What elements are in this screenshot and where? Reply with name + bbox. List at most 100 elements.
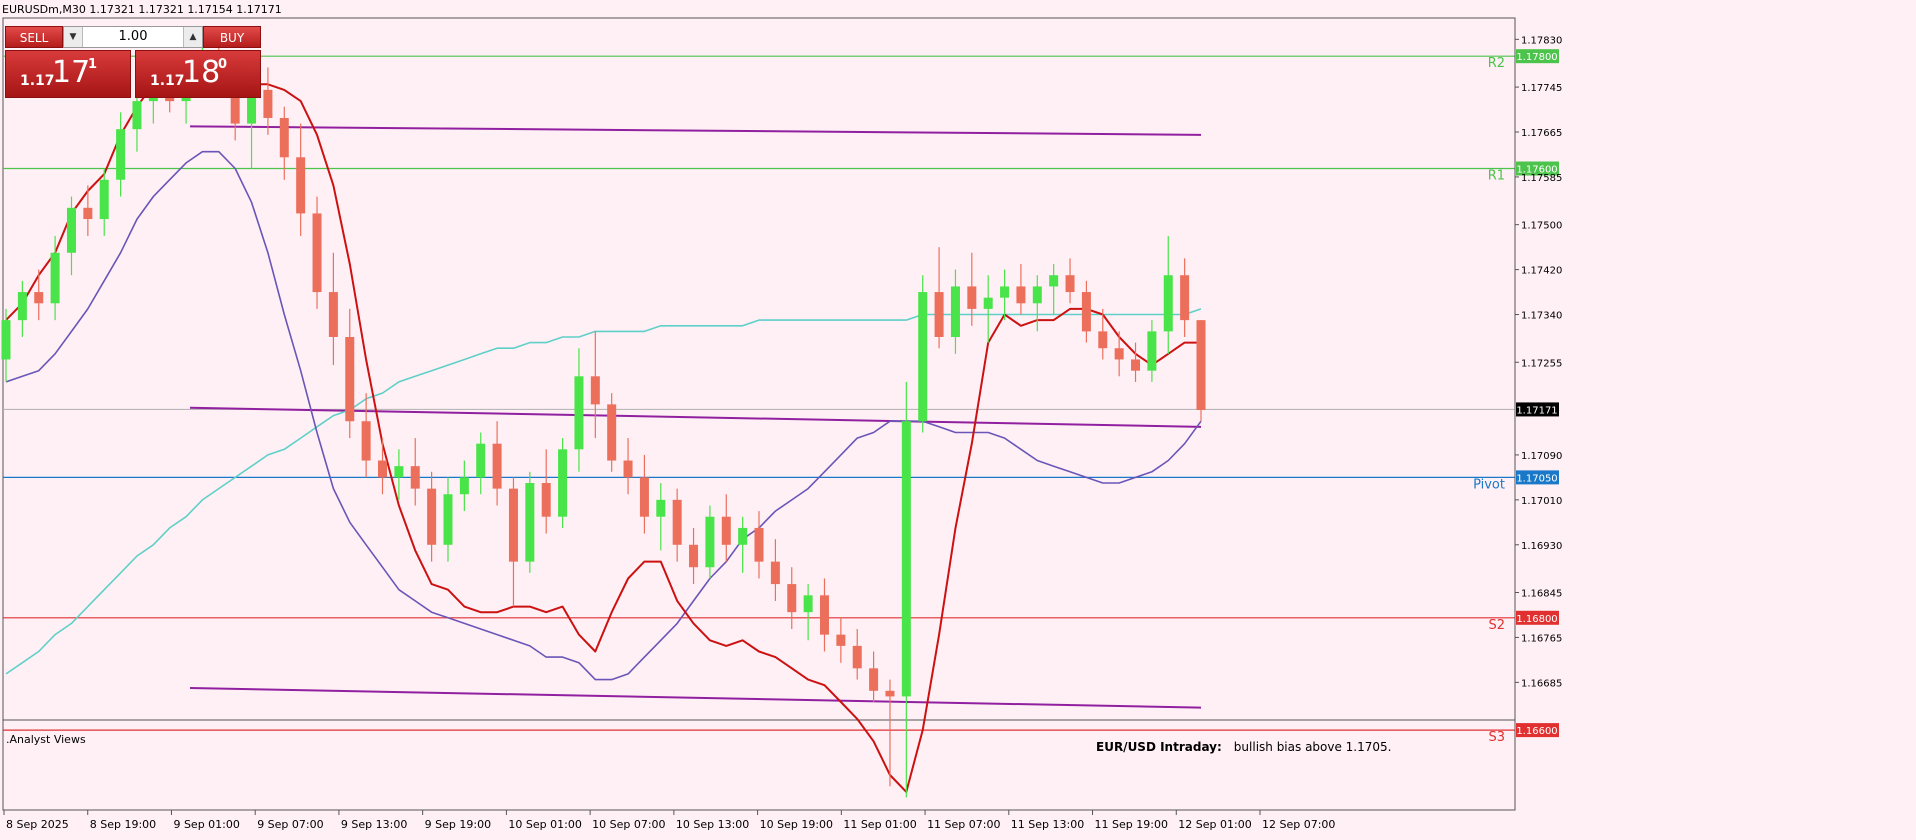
candle-body [1016,286,1026,304]
candle-body [639,477,649,517]
lot-decrease-icon[interactable]: ▼ [64,27,83,47]
candle-body [1163,275,1173,332]
analyst-panel [2,719,1516,811]
level-price-s3: 1.16600 [1516,726,1557,737]
one-click-trading-panel: SELL ▼ 1.00 ▲ BUY 1.17 17 1 1.17 18 0 [5,26,261,98]
candle-body [263,89,273,118]
candle-body [66,207,76,253]
level-price-s2: 1.16800 [1516,614,1557,625]
candle-body [672,499,682,545]
level-price-pivot: 1.17050 [1516,473,1557,484]
candle-body [312,213,322,293]
candle-body [852,645,862,669]
y-tick-label: 1.17665 [1521,128,1562,139]
candle-body [50,252,60,304]
lot-value[interactable]: 1.00 [84,27,182,47]
candle-body [1131,359,1141,371]
x-tick-label: 10 Sep 07:00 [592,818,665,831]
candle-body [116,129,126,180]
candle-body [541,483,551,517]
buy-price-pips: 18 [182,55,221,90]
candle-body [934,292,944,337]
candle-body [558,449,568,517]
candle-body [705,516,715,568]
analyst-views-label: .Analyst Views [6,733,86,746]
candle-body [525,483,535,562]
buy-price-fraction: 0 [218,57,228,72]
y-tick-label: 1.16765 [1521,633,1562,644]
buy-button[interactable]: BUY [203,26,261,48]
candle-body [99,179,109,220]
x-tick-label: 9 Sep 07:00 [257,818,323,831]
sell-button[interactable]: SELL [5,26,63,48]
candle-body [1196,320,1206,410]
x-tick-label: 11 Sep 19:00 [1095,818,1168,831]
candle-body [1114,348,1124,360]
x-tick-label: 12 Sep 07:00 [1262,818,1335,831]
candle-body [132,101,142,130]
candle-body [721,516,731,545]
candle-body [378,460,388,478]
candle-body [83,207,93,220]
x-tick-label: 8 Sep 19:00 [90,818,156,831]
candle-body [410,466,420,489]
sell-price-pips: 17 [52,55,91,90]
y-tick-label: 1.17830 [1521,35,1562,46]
candle-body [918,292,928,422]
candle-body [1,320,11,360]
candle-body [885,690,895,697]
candle-body [1000,286,1010,298]
candle-body [1081,292,1091,332]
candle-body [394,466,404,478]
y-tick-label: 1.17090 [1521,451,1562,462]
y-tick-label: 1.17420 [1521,266,1562,277]
y-tick-label: 1.16685 [1521,678,1562,689]
x-tick-label: 9 Sep 19:00 [425,818,491,831]
candle-body [738,527,748,545]
candle-body [689,544,699,568]
analyst-views-text: EUR/USD Intraday: bullish bias above 1.17… [1096,740,1391,754]
x-tick-label: 10 Sep 01:00 [508,818,581,831]
bull-candle [525,471,535,573]
candle-body [770,561,780,585]
y-tick-label: 1.17010 [1521,496,1562,507]
x-tick-label: 10 Sep 13:00 [676,818,749,831]
candle-body [1098,331,1108,349]
x-tick-label: 11 Sep 07:00 [927,818,1000,831]
candle-body [296,157,306,214]
candle-body [869,668,879,691]
sell-price-fraction: 1 [88,57,98,72]
y-tick-label: 1.16845 [1521,589,1562,600]
candle-body [361,421,371,461]
candle-body [590,376,600,405]
price-chart: R2R1PivotS2S3 1.178001.176001.170501.168… [1,17,1562,831]
y-tick-label: 1.17340 [1521,311,1562,322]
candle-body [607,404,617,461]
y-tick-label: 1.17585 [1521,173,1562,184]
candle-body [803,595,813,613]
lot-increase-icon[interactable]: ▲ [183,27,202,47]
symbol-info: EURUSDm,M30 1.17321 1.17321 1.17154 1.17… [2,3,282,16]
level-label-r2: R2 [1488,56,1505,71]
level-label-s3: S3 [1488,730,1505,745]
analyst-heading: EUR/USD Intraday: [1096,740,1222,754]
candle-body [34,292,44,304]
y-tick-label: 1.17500 [1521,221,1562,232]
candle-body [836,634,846,646]
sell-price-box[interactable]: 1.17 17 1 [5,50,131,98]
candle-body [1065,275,1075,293]
lot-size-input[interactable]: ▼ 1.00 ▲ [63,26,203,48]
buy-price-prefix: 1.17 [150,73,185,89]
candle-body [476,443,486,478]
x-tick-label: 9 Sep 01:00 [173,818,239,831]
candle-body [1049,275,1059,287]
buy-price-box[interactable]: 1.17 18 0 [135,50,261,98]
x-tick-label: 12 Sep 01:00 [1178,818,1251,831]
candle-body [754,527,764,562]
candle-body [967,286,977,309]
bull-candle [918,275,928,433]
level-label-s2: S2 [1488,618,1505,633]
candle-body [623,460,633,478]
candle-body [508,488,518,562]
candle-body [328,292,338,337]
